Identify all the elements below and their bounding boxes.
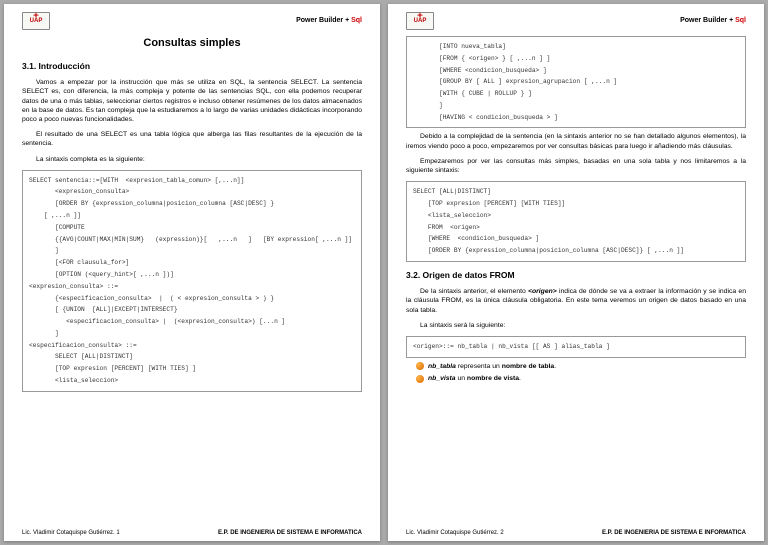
page-footer-2: Lic. Vladimir Cotaquispe Gutiérrez. 2 E.… <box>406 529 746 537</box>
intro-paragraph-2: El resultado de una SELECT es una tabla … <box>22 130 362 148</box>
section-heading-from: 3.2. Origen de datos FROM <box>406 270 746 281</box>
page-2: UAP Power Builder + Sql [INTO nueva_tabl… <box>388 4 764 541</box>
page-header: UAP Power Builder + Sql <box>406 12 746 30</box>
complexity-paragraph: Debido a la complejidad de la sentencia … <box>406 132 746 150</box>
page-footer-1: Lic. Vladimir Cotaquispe Gutiérrez. 1 E.… <box>22 529 362 537</box>
page-header: UAP Power Builder + Sql <box>22 12 362 30</box>
footer-program: E.P. DE INGENIERIA DE SISTEMA E INFORMAT… <box>218 529 362 537</box>
bullet-mid: representa un <box>456 363 502 370</box>
page-1: UAP Power Builder + Sql Consultas simple… <box>4 4 380 541</box>
footer-author: Lic. Vladimir Cotaquispe Gutiérrez. 1 <box>22 529 120 537</box>
from-para-prefix: De la sintaxis anterior, el elemento <box>420 288 528 295</box>
from-para-em: <origen> <box>528 288 557 295</box>
bullet-bold: nombre de vista <box>467 375 519 382</box>
uap-logo: UAP <box>406 12 434 30</box>
syntax-code-block-2: [INTO nueva_tabla] [FROM { <origen> } [ … <box>406 36 746 128</box>
footer-program: E.P. DE INGENIERIA DE SISTEMA E INFORMAT… <box>602 529 746 537</box>
syntax-code-block-1: SELECT sentencia::=[WITH <expresion_tabl… <box>22 170 362 392</box>
bullet-dot-icon <box>416 362 424 370</box>
simple-queries-paragraph: Empezaremos por ver las consultas más si… <box>406 157 746 175</box>
bullet-bold: nombre de tabla <box>502 363 555 370</box>
bullet-text: nb_vista un nombre de vista. <box>428 374 521 383</box>
header-title: Power Builder + Sql <box>680 16 746 25</box>
bullet-em: nb_vista <box>428 375 456 382</box>
intro-paragraph-3: La sintaxis completa es la siguiente: <box>22 155 362 164</box>
section-heading-intro: 3.1. Introducción <box>22 61 362 72</box>
uap-logo: UAP <box>22 12 50 30</box>
bullet-dot-icon <box>416 375 424 383</box>
header-suffix: Sql <box>351 17 362 24</box>
syntax-code-block-3: SELECT [ALL|DISTINCT] [TOP expresion [PE… <box>406 181 746 262</box>
footer-author: Lic. Vladimir Cotaquispe Gutiérrez. 2 <box>406 529 504 537</box>
from-paragraph: De la sintaxis anterior, el elemento <or… <box>406 287 746 315</box>
header-title: Power Builder + Sql <box>296 16 362 25</box>
doc-title: Consultas simples <box>22 36 362 51</box>
bullet-nb-vista: nb_vista un nombre de vista. <box>416 374 746 383</box>
bullet-nb-tabla: nb_tabla representa un nombre de tabla. <box>416 362 746 371</box>
syntax-code-block-4: <origen>::= nb_tabla | nb_vista [[ AS ] … <box>406 336 746 358</box>
intro-paragraph-1: Vamos a empezar por la instrucción que m… <box>22 78 362 124</box>
bullet-text: nb_tabla representa un nombre de tabla. <box>428 362 556 371</box>
header-prefix: Power Builder + <box>680 17 735 24</box>
bullet-em: nb_tabla <box>428 363 456 370</box>
header-suffix: Sql <box>735 17 746 24</box>
bullet-mid: un <box>456 375 467 382</box>
header-prefix: Power Builder + <box>296 17 351 24</box>
syntax-intro-paragraph: La sintaxis será la siguiente: <box>406 321 746 330</box>
